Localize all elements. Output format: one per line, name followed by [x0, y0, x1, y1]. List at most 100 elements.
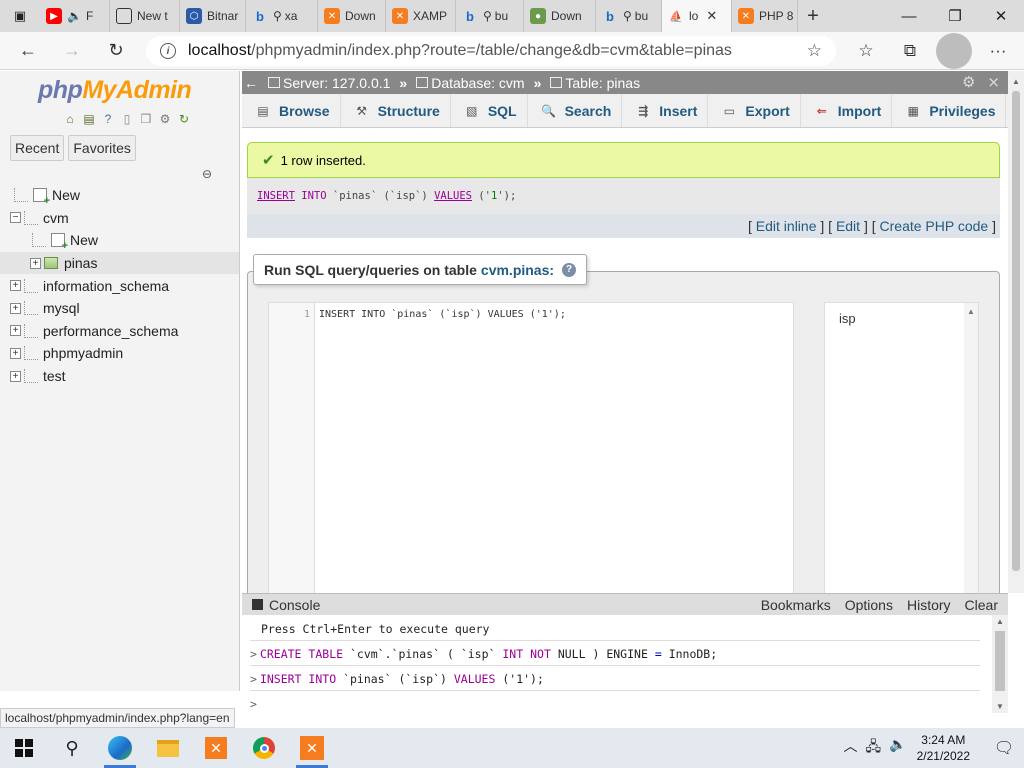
- chrome-taskbar-button[interactable]: [240, 728, 288, 768]
- tree-new-database[interactable]: New: [0, 184, 239, 207]
- tree-cvm-new-table[interactable]: New: [0, 229, 239, 252]
- expand-icon[interactable]: +: [10, 302, 21, 314]
- url-input[interactable]: i localhost/phpmyadmin/index.php?route=/…: [146, 36, 836, 66]
- phpmyadmin-logo[interactable]: phpMyAdmin: [38, 76, 192, 105]
- settings-gear-icon[interactable]: ⚙: [962, 73, 975, 91]
- expand-icon[interactable]: +: [10, 370, 21, 382]
- close-tab-icon[interactable]: ✕: [706, 8, 717, 24]
- close-window-icon[interactable]: ✕: [978, 0, 1024, 32]
- console-toggle[interactable]: Console: [252, 597, 320, 613]
- breadcrumb-server[interactable]: Server: 127.0.0.1: [268, 75, 390, 91]
- browser-tab-xampp[interactable]: ✕ XAMP: [386, 0, 456, 32]
- collapse-nav-icon[interactable]: ←: [242, 75, 260, 91]
- favorites-icon[interactable]: ☆: [848, 33, 884, 69]
- console-query-create[interactable]: > CREATE TABLE `cvm`.`pinas` ( `isp` INT …: [250, 642, 980, 666]
- link-with-main-icon[interactable]: ⊖: [202, 167, 212, 181]
- close-panel-icon[interactable]: ⨯: [987, 73, 1000, 91]
- reload-icon[interactable]: ↻: [176, 111, 192, 127]
- site-info-icon[interactable]: i: [160, 43, 176, 59]
- help-icon[interactable]: ?: [562, 262, 577, 277]
- tab-actions-button[interactable]: ▣: [0, 0, 40, 32]
- tree-table-pinas[interactable]: + pinas: [0, 251, 239, 275]
- sql-query-editor[interactable]: 1 INSERT INTO `pinas` (`isp`) VALUES ('1…: [268, 302, 794, 593]
- edit-link[interactable]: Edit: [836, 218, 860, 234]
- home-icon[interactable]: ⌂: [62, 111, 78, 127]
- console-input[interactable]: >: [250, 692, 980, 716]
- tab-export[interactable]: ▭ Export: [708, 94, 801, 127]
- volume-icon[interactable]: 🔈: [889, 736, 906, 760]
- console-scrollbar[interactable]: ▲ ▼: [992, 615, 1008, 713]
- console-bookmarks[interactable]: Bookmarks: [761, 597, 831, 613]
- profile-button[interactable]: [936, 33, 972, 69]
- expand-icon[interactable]: +: [10, 347, 21, 359]
- tree-db-mysql[interactable]: + mysql: [0, 297, 239, 320]
- browser-tab-phpmyadmin[interactable]: ⛵ lo ✕: [662, 0, 732, 32]
- browser-tab-php8[interactable]: ✕ PHP 8: [732, 0, 798, 32]
- breadcrumb-table[interactable]: Table: pinas: [550, 75, 640, 91]
- search-button[interactable]: ⚲: [48, 728, 96, 768]
- xampp-taskbar-button[interactable]: ✕: [192, 728, 240, 768]
- scrollbar-thumb[interactable]: [995, 631, 1005, 691]
- console-query-insert[interactable]: > INSERT INTO `pinas` (`isp`) VALUES ('1'…: [250, 667, 980, 691]
- tab-insert[interactable]: ⇶ Insert: [622, 94, 709, 127]
- favorites-tab[interactable]: Favorites: [68, 135, 136, 161]
- tree-db-test[interactable]: + test: [0, 365, 239, 388]
- collapse-icon[interactable]: −: [10, 212, 21, 224]
- tree-db-performance-schema[interactable]: + performance_schema: [0, 320, 239, 343]
- more-options-icon[interactable]: ···: [980, 33, 1016, 69]
- tree-db-phpmyadmin[interactable]: + phpmyadmin: [0, 342, 239, 365]
- recent-tab[interactable]: Recent: [10, 135, 65, 161]
- browser-tab-search-xa[interactable]: b ⚲ xa: [246, 0, 318, 32]
- refresh-button[interactable]: ↻: [98, 33, 134, 69]
- browser-tab-down[interactable]: ✕ Down: [318, 0, 386, 32]
- chevron-up-icon[interactable]: ︿: [844, 736, 858, 760]
- console-options[interactable]: Options: [845, 597, 893, 613]
- expand-icon[interactable]: +: [30, 257, 41, 269]
- help-icon[interactable]: ?: [100, 111, 116, 127]
- file-explorer-button[interactable]: [144, 728, 192, 768]
- browser-tab-search-bu2[interactable]: b ⚲ bu: [596, 0, 662, 32]
- columns-scrollbar[interactable]: ▲: [964, 303, 978, 593]
- documents-icon[interactable]: ❒: [138, 111, 154, 127]
- tab-import[interactable]: ⇐ Import: [801, 94, 893, 127]
- create-php-code-link[interactable]: Create PHP code: [880, 218, 989, 234]
- browser-tab-youtube[interactable]: ▶ 🔈 F: [40, 0, 110, 32]
- console-clear[interactable]: Clear: [965, 597, 998, 613]
- tab-structure[interactable]: ⚒ Structure: [341, 94, 451, 127]
- settings-gear-icon[interactable]: ⚙: [157, 111, 173, 127]
- clock[interactable]: 3:24 AM 2/21/2022: [917, 732, 970, 764]
- edge-taskbar-button[interactable]: [96, 728, 144, 768]
- console-history[interactable]: History: [907, 597, 951, 613]
- logout-icon[interactable]: ▤: [81, 111, 97, 127]
- scrollbar-thumb[interactable]: [1012, 91, 1020, 571]
- tree-db-cvm[interactable]: − cvm: [0, 207, 239, 230]
- forward-button[interactable]: →: [54, 33, 90, 69]
- console-bar[interactable]: Console Bookmarks Options History Clear: [242, 593, 1008, 615]
- start-button[interactable]: [0, 728, 48, 768]
- new-tab-button[interactable]: +: [798, 5, 828, 28]
- tab-browse[interactable]: ▤ Browse: [242, 94, 341, 127]
- tree-db-information-schema[interactable]: + information_schema: [0, 274, 239, 297]
- page-scrollbar[interactable]: ▲: [1008, 71, 1024, 593]
- back-button[interactable]: ←: [10, 33, 46, 69]
- scroll-up-icon[interactable]: ▲: [1012, 77, 1020, 86]
- breadcrumb-database[interactable]: Database: cvm: [416, 75, 525, 91]
- add-favorite-icon[interactable]: ☆: [807, 41, 822, 61]
- scroll-up-icon[interactable]: ▲: [996, 617, 1004, 626]
- expand-icon[interactable]: +: [10, 280, 21, 292]
- xampp-control-taskbar-button[interactable]: ✕: [288, 728, 336, 768]
- browser-tab-bitnami[interactable]: ⬡ Bitnar: [180, 0, 246, 32]
- notifications-button[interactable]: 🗨: [984, 728, 1024, 768]
- column-isp[interactable]: isp: [839, 311, 856, 326]
- maximize-icon[interactable]: ❐: [932, 0, 978, 32]
- tab-sql[interactable]: ▧ SQL: [451, 94, 528, 127]
- browser-tab-download[interactable]: ● Down: [524, 0, 596, 32]
- expand-icon[interactable]: +: [10, 325, 21, 337]
- console-output[interactable]: Press Ctrl+Enter to execute query > CREAT…: [242, 615, 992, 713]
- edit-inline-link[interactable]: Edit inline: [756, 218, 817, 234]
- network-icon[interactable]: 🖧: [866, 736, 882, 760]
- collections-icon[interactable]: ⧉: [892, 33, 928, 69]
- browser-tab-new[interactable]: New t: [110, 0, 180, 32]
- scroll-down-icon[interactable]: ▼: [996, 702, 1004, 711]
- scroll-up-icon[interactable]: ▲: [967, 307, 975, 316]
